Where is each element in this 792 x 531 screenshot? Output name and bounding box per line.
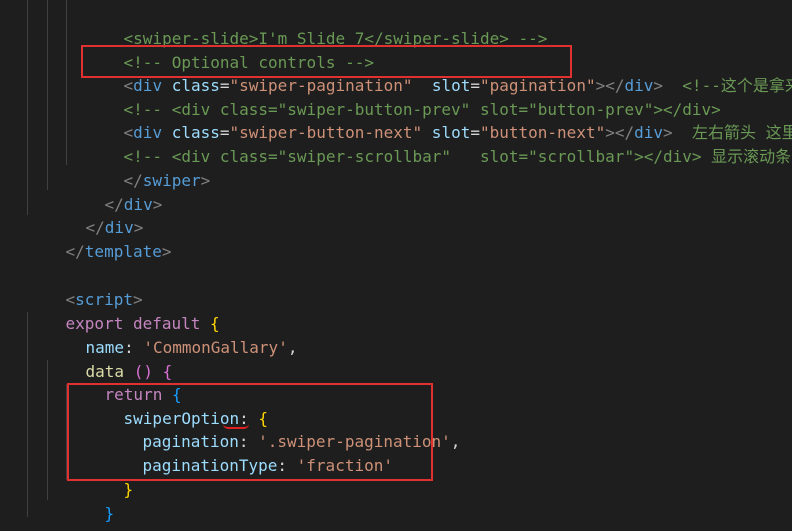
brace: } — [86, 528, 96, 531]
tag-bracket: > — [152, 194, 163, 214]
comma: , — [450, 431, 461, 451]
code-line[interactable]: } — [47, 502, 96, 531]
code-line[interactable]: </div> — [66, 169, 163, 214]
code-line[interactable]: export default { — [27, 288, 220, 333]
tag-bracket: </ — [65, 241, 85, 261]
code-line[interactable]: <script> — [27, 264, 143, 309]
indent-guide — [66, 0, 67, 165]
highlight-box — [67, 383, 433, 481]
code-line[interactable]: </template> — [27, 216, 172, 261]
code-line[interactable]: <swiper-slide>I'm Slide 7</swiper-slide>… — [85, 3, 548, 48]
brace: } — [104, 503, 115, 523]
code-line[interactable]: name: 'CommonGallary', — [47, 312, 298, 357]
comment-text: <!-- <div class="swiper-scrollbar" slot=… — [123, 146, 792, 166]
code-line[interactable]: <!-- <div class="swiper-scrollbar" slot=… — [85, 121, 792, 166]
highlight-box — [81, 45, 572, 78]
code-editor[interactable]: <swiper-slide>I'm Slide 7</swiper-slide>… — [0, 0, 792, 531]
indent-guide — [27, 0, 28, 215]
code-line[interactable]: <div class="swiper-button-next" slot="bu… — [85, 97, 792, 142]
code-line[interactable]: } — [66, 478, 115, 523]
code-line[interactable]: return { — [66, 359, 182, 404]
comma: , — [287, 337, 298, 357]
code-line[interactable]: data () { — [47, 336, 173, 381]
tag-bracket: > — [161, 241, 172, 261]
brace: } — [123, 479, 134, 499]
code-line[interactable]: </swiper> — [85, 145, 211, 190]
underline-mark — [223, 424, 249, 429]
code-line[interactable]: </div> — [47, 192, 144, 237]
tag-name: template — [84, 241, 162, 261]
indent-guide — [47, 0, 48, 190]
tag-bracket: > — [200, 170, 211, 190]
